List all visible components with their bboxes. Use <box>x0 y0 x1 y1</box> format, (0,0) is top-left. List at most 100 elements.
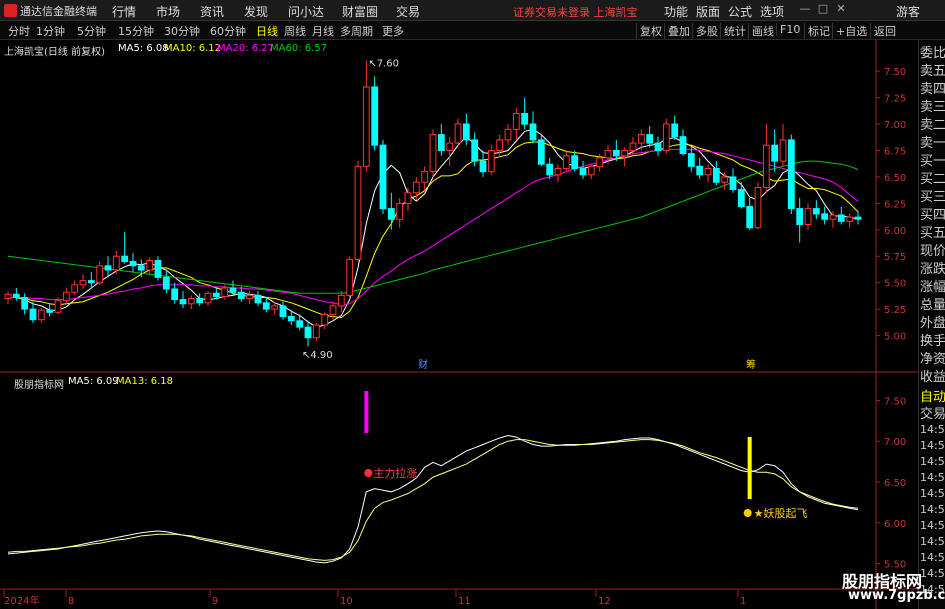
candle-body <box>371 86 379 146</box>
sub-ma5-legend: MA5: 6.09 <box>68 376 119 387</box>
price-tick-label: 5.50 <box>884 279 906 290</box>
add-watchlist-button[interactable]: +自选 <box>832 23 867 39</box>
candle-body <box>62 291 70 302</box>
candle-body <box>829 214 837 220</box>
period-toolbar: 分时 1分钟 5分钟 15分钟 30分钟 60分钟 日线 周线 月线 多周期 更… <box>0 21 945 40</box>
period-15min[interactable]: 15分钟 <box>118 23 154 39</box>
candle-body <box>562 155 570 170</box>
side-time: 14:56 <box>920 423 945 436</box>
f10-button[interactable]: F10 <box>776 23 800 36</box>
ma5-legend: MA5: 6.08 <box>118 43 169 54</box>
candle-body <box>212 292 220 298</box>
price-tick-label: 5.00 <box>884 332 906 343</box>
period-weekly[interactable]: 周线 <box>284 23 306 39</box>
menu-trade[interactable]: 交易 <box>396 3 420 20</box>
time-tick-label: 2024年 <box>4 594 39 607</box>
menu-quotes[interactable]: 行情 <box>112 3 136 20</box>
menu-function[interactable]: 功能 <box>664 3 688 20</box>
side-top-label: 委比 <box>920 46 945 61</box>
candle-body <box>79 280 87 286</box>
menu-wealth-circle[interactable]: 财富圈 <box>342 3 378 20</box>
candle-body <box>312 324 320 339</box>
period-30min[interactable]: 30分钟 <box>164 23 200 39</box>
candle-body <box>362 86 370 167</box>
menu-ask-xiaoda[interactable]: 问小达 <box>288 3 324 20</box>
side-trade[interactable]: 交易 <box>920 403 945 422</box>
multi-stock-button[interactable]: 多股 <box>692 23 718 39</box>
candle-body <box>354 165 362 260</box>
back-button[interactable]: 返回 <box>870 23 896 39</box>
signal-dot-icon <box>364 469 373 477</box>
candle-body <box>12 293 20 299</box>
side-item: 买四 <box>920 208 945 223</box>
guest-user[interactable]: 游客 <box>896 3 920 20</box>
candle-body <box>579 168 587 176</box>
candle-body <box>229 287 237 293</box>
price-tick-label: 6.25 <box>884 199 906 210</box>
period-1min[interactable]: 1分钟 <box>36 23 65 39</box>
side-item: 买五 <box>920 226 945 241</box>
side-item: 涨跌 <box>920 262 945 277</box>
adjust-button[interactable]: 复权 <box>636 23 662 39</box>
side-item: 卖二 <box>920 118 945 133</box>
candle-body <box>496 139 504 152</box>
candle-body <box>487 150 495 173</box>
side-panel: 委比 1000 卖五卖四卖三卖二卖一买一买二买三买四买五现价涨跌涨幅总量外盘换手… <box>918 40 945 609</box>
side-time: 14:56 <box>920 439 945 452</box>
price-tick-label: 7.50 <box>884 67 906 78</box>
app-title: 通达信金融终端 <box>20 5 97 18</box>
kline-chart[interactable]: 7.50 7.25 7.00 6.75 6.50 6.25 6.00 5.75 5.50 5.25… <box>0 40 918 609</box>
candle-body <box>379 144 387 210</box>
candle-body <box>846 216 854 222</box>
statistics-button[interactable]: 统计 <box>720 23 746 39</box>
period-timeshare[interactable]: 分时 <box>8 23 30 39</box>
menu-formula[interactable]: 公式 <box>728 3 752 20</box>
time-tick-label: 10 <box>340 596 353 607</box>
candle-body <box>37 309 45 321</box>
candle-body <box>146 260 154 271</box>
candle-body <box>321 313 329 326</box>
candle-body <box>637 134 645 144</box>
candle-body <box>71 284 79 293</box>
period-60min[interactable]: 60分钟 <box>210 23 246 39</box>
candle-body <box>271 305 279 310</box>
side-item: 卖四 <box>920 82 945 97</box>
close-icon[interactable]: ✕ <box>834 2 848 17</box>
draw-line-button[interactable]: 画线 <box>748 23 774 39</box>
candle-body <box>104 265 112 271</box>
menu-layout[interactable]: 版面 <box>696 3 720 20</box>
period-daily[interactable]: 日线 <box>256 23 278 39</box>
side-time: 14:56 <box>920 519 945 532</box>
candle-body <box>254 294 262 304</box>
minimize-icon[interactable]: — <box>798 2 812 17</box>
candle-body <box>237 291 245 299</box>
menu-news[interactable]: 资讯 <box>200 3 224 20</box>
candle-body <box>704 168 712 176</box>
side-item: 现价 <box>920 244 945 259</box>
maximize-icon[interactable]: □ <box>816 2 830 17</box>
menu-options[interactable]: 选项 <box>760 3 784 20</box>
side-item: 外盘 <box>920 316 945 331</box>
period-more[interactable]: 更多 <box>382 23 404 39</box>
side-time: 14:56 <box>920 487 945 500</box>
overlay-button[interactable]: 叠加 <box>664 23 690 39</box>
price-tick-label: 6.50 <box>884 173 906 184</box>
signal-main-label: 主力拉涨 <box>373 466 417 480</box>
candle-body <box>812 208 820 215</box>
period-5min[interactable]: 5分钟 <box>77 23 106 39</box>
mark-button[interactable]: 标记 <box>804 23 830 39</box>
price-tick-label: 5.25 <box>884 305 906 316</box>
candle-body <box>512 113 520 130</box>
sub-indicator-name: 股朋指标网 <box>14 380 64 391</box>
period-monthly[interactable]: 月线 <box>312 23 334 39</box>
menu-discover[interactable]: 发现 <box>244 3 268 20</box>
title-bar: 通达信金融终端 行情 市场 资讯 发现 问小达 财富圈 交易 证券交易未登录 上… <box>0 0 945 21</box>
period-multi[interactable]: 多周期 <box>340 23 373 39</box>
candle-body <box>246 294 254 300</box>
candle-body <box>337 294 345 307</box>
side-time: 14:56 <box>920 471 945 484</box>
candle-body <box>779 139 787 162</box>
candle-body <box>162 276 170 290</box>
menu-market[interactable]: 市场 <box>156 3 180 20</box>
side-time: 14:56 <box>920 503 945 516</box>
